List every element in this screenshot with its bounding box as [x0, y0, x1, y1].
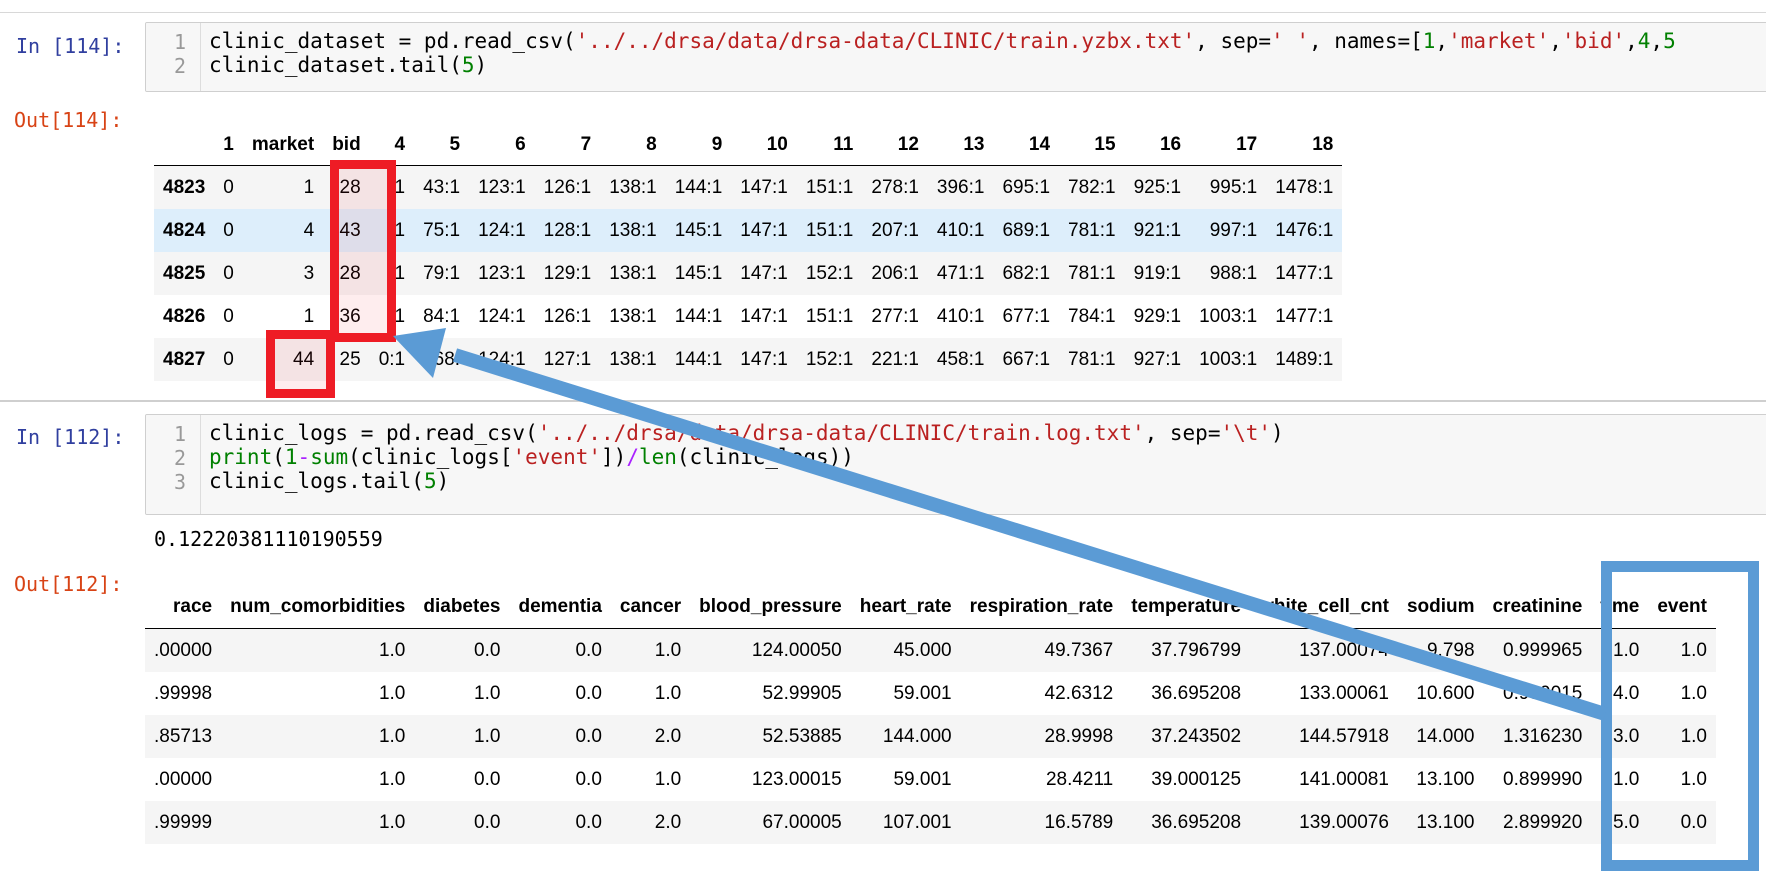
arrow-annotation [393, 328, 1608, 721]
arrow-shaft [452, 348, 1608, 721]
arrow-head [393, 328, 446, 378]
